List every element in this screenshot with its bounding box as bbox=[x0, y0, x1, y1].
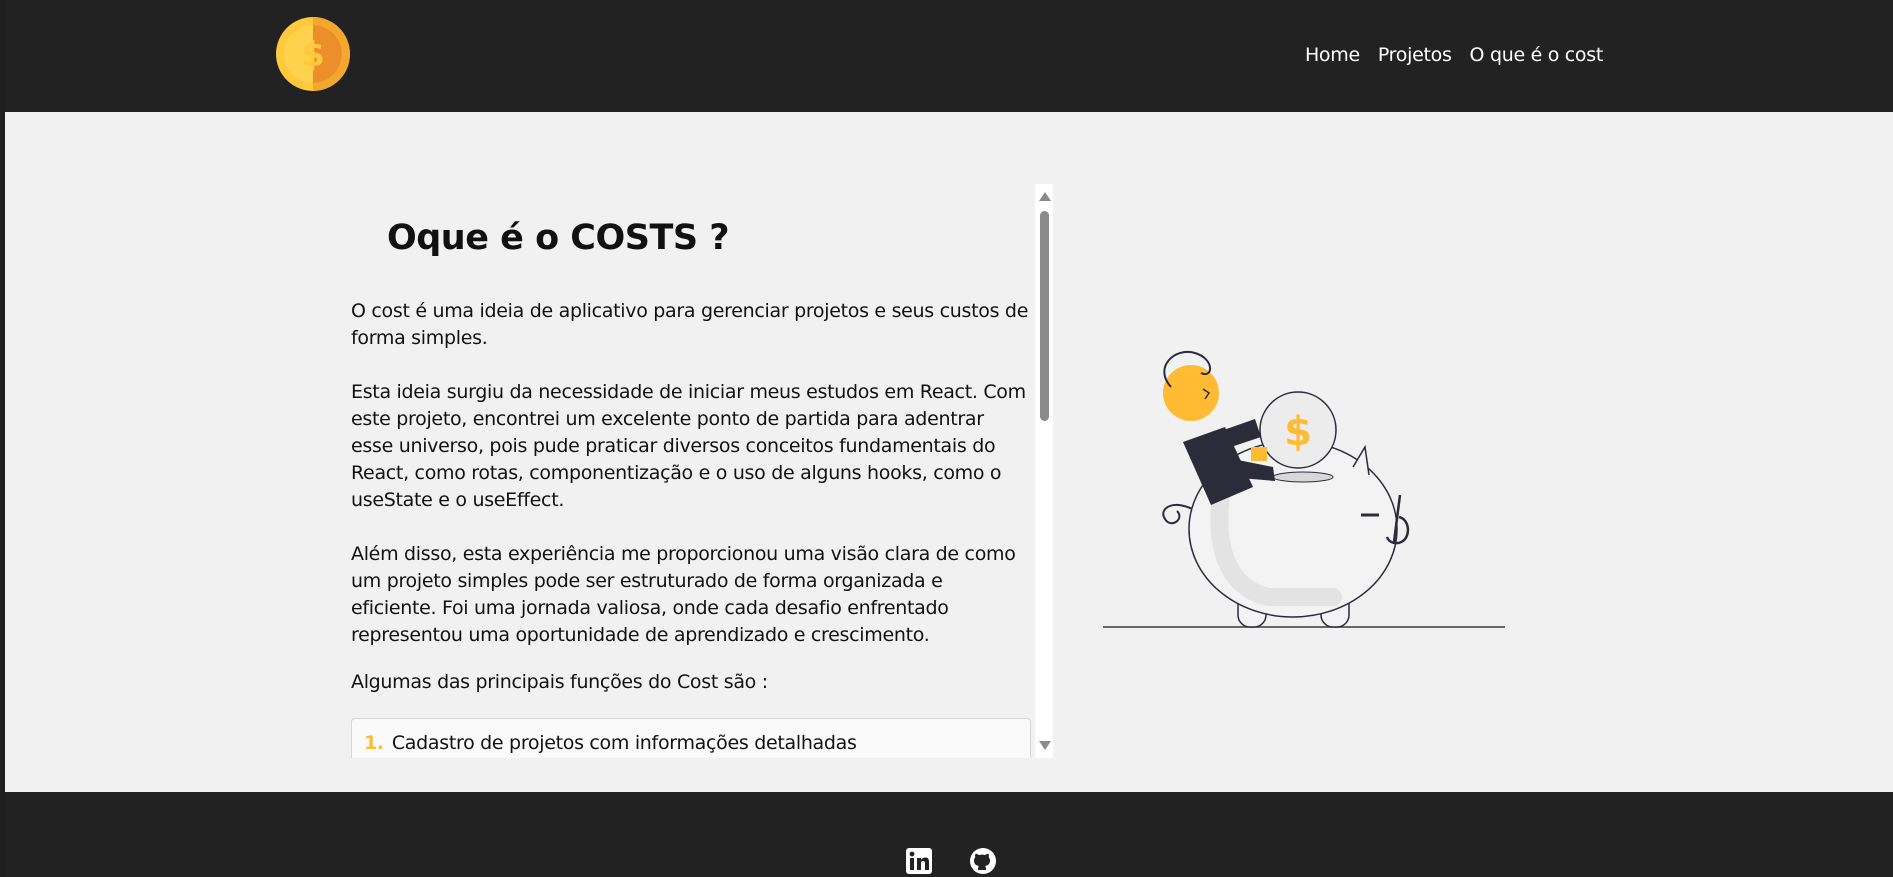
github-link[interactable] bbox=[969, 847, 997, 875]
nav-home[interactable]: Home bbox=[1305, 44, 1360, 66]
nav-links: Home Projetos O que é o cost bbox=[1305, 44, 1603, 66]
svg-text:$: $ bbox=[301, 35, 325, 75]
navbar: $ Home Projetos O que é o cost bbox=[5, 0, 1893, 112]
feature-list: 1. Cadastro de projetos com informações … bbox=[351, 718, 1031, 758]
paragraph-origin: Esta ideia surgiu da necessidade de inic… bbox=[351, 381, 1026, 511]
list-item: 1. Cadastro de projetos com informações … bbox=[351, 718, 1031, 758]
svg-text:$: $ bbox=[1284, 409, 1312, 455]
social-links bbox=[905, 847, 997, 875]
footer bbox=[5, 792, 1893, 877]
nav-projetos[interactable]: Projetos bbox=[1378, 44, 1452, 66]
scrollbar[interactable] bbox=[1035, 184, 1053, 758]
dollar-coin-icon: $ bbox=[276, 17, 350, 91]
piggy-bank-illustration: $ bbox=[1103, 350, 1505, 628]
about-text: Oque é o COSTS ? O cost é uma ideia de a… bbox=[351, 184, 1031, 758]
linkedin-icon bbox=[905, 847, 933, 875]
linkedin-link[interactable] bbox=[905, 847, 933, 875]
paragraph-experience: Além disso, esta experiência me proporci… bbox=[351, 543, 1016, 646]
scroll-up-arrow-icon[interactable] bbox=[1039, 192, 1051, 201]
scroll-thumb[interactable] bbox=[1040, 211, 1049, 421]
paragraph-features-intro: Algumas das principais funções do Cost s… bbox=[351, 671, 768, 693]
main-content: Oque é o COSTS ? O cost é uma ideia de a… bbox=[5, 112, 1893, 792]
github-icon bbox=[969, 847, 997, 875]
about-scroll-panel[interactable]: Oque é o COSTS ? O cost é uma ideia de a… bbox=[333, 184, 1053, 758]
feature-text: Cadastro de projetos com informações det… bbox=[391, 732, 857, 754]
page-title: Oque é o COSTS ? bbox=[387, 218, 730, 258]
scroll-down-arrow-icon[interactable] bbox=[1039, 741, 1051, 750]
paragraph-intro: O cost é uma ideia de aplicativo para ge… bbox=[351, 300, 1029, 349]
nav-o-que-e-o-cost[interactable]: O que é o cost bbox=[1470, 44, 1604, 66]
app-frame: $ Home Projetos O que é o cost Oque é o … bbox=[5, 0, 1893, 877]
feature-number: 1. bbox=[364, 732, 384, 754]
